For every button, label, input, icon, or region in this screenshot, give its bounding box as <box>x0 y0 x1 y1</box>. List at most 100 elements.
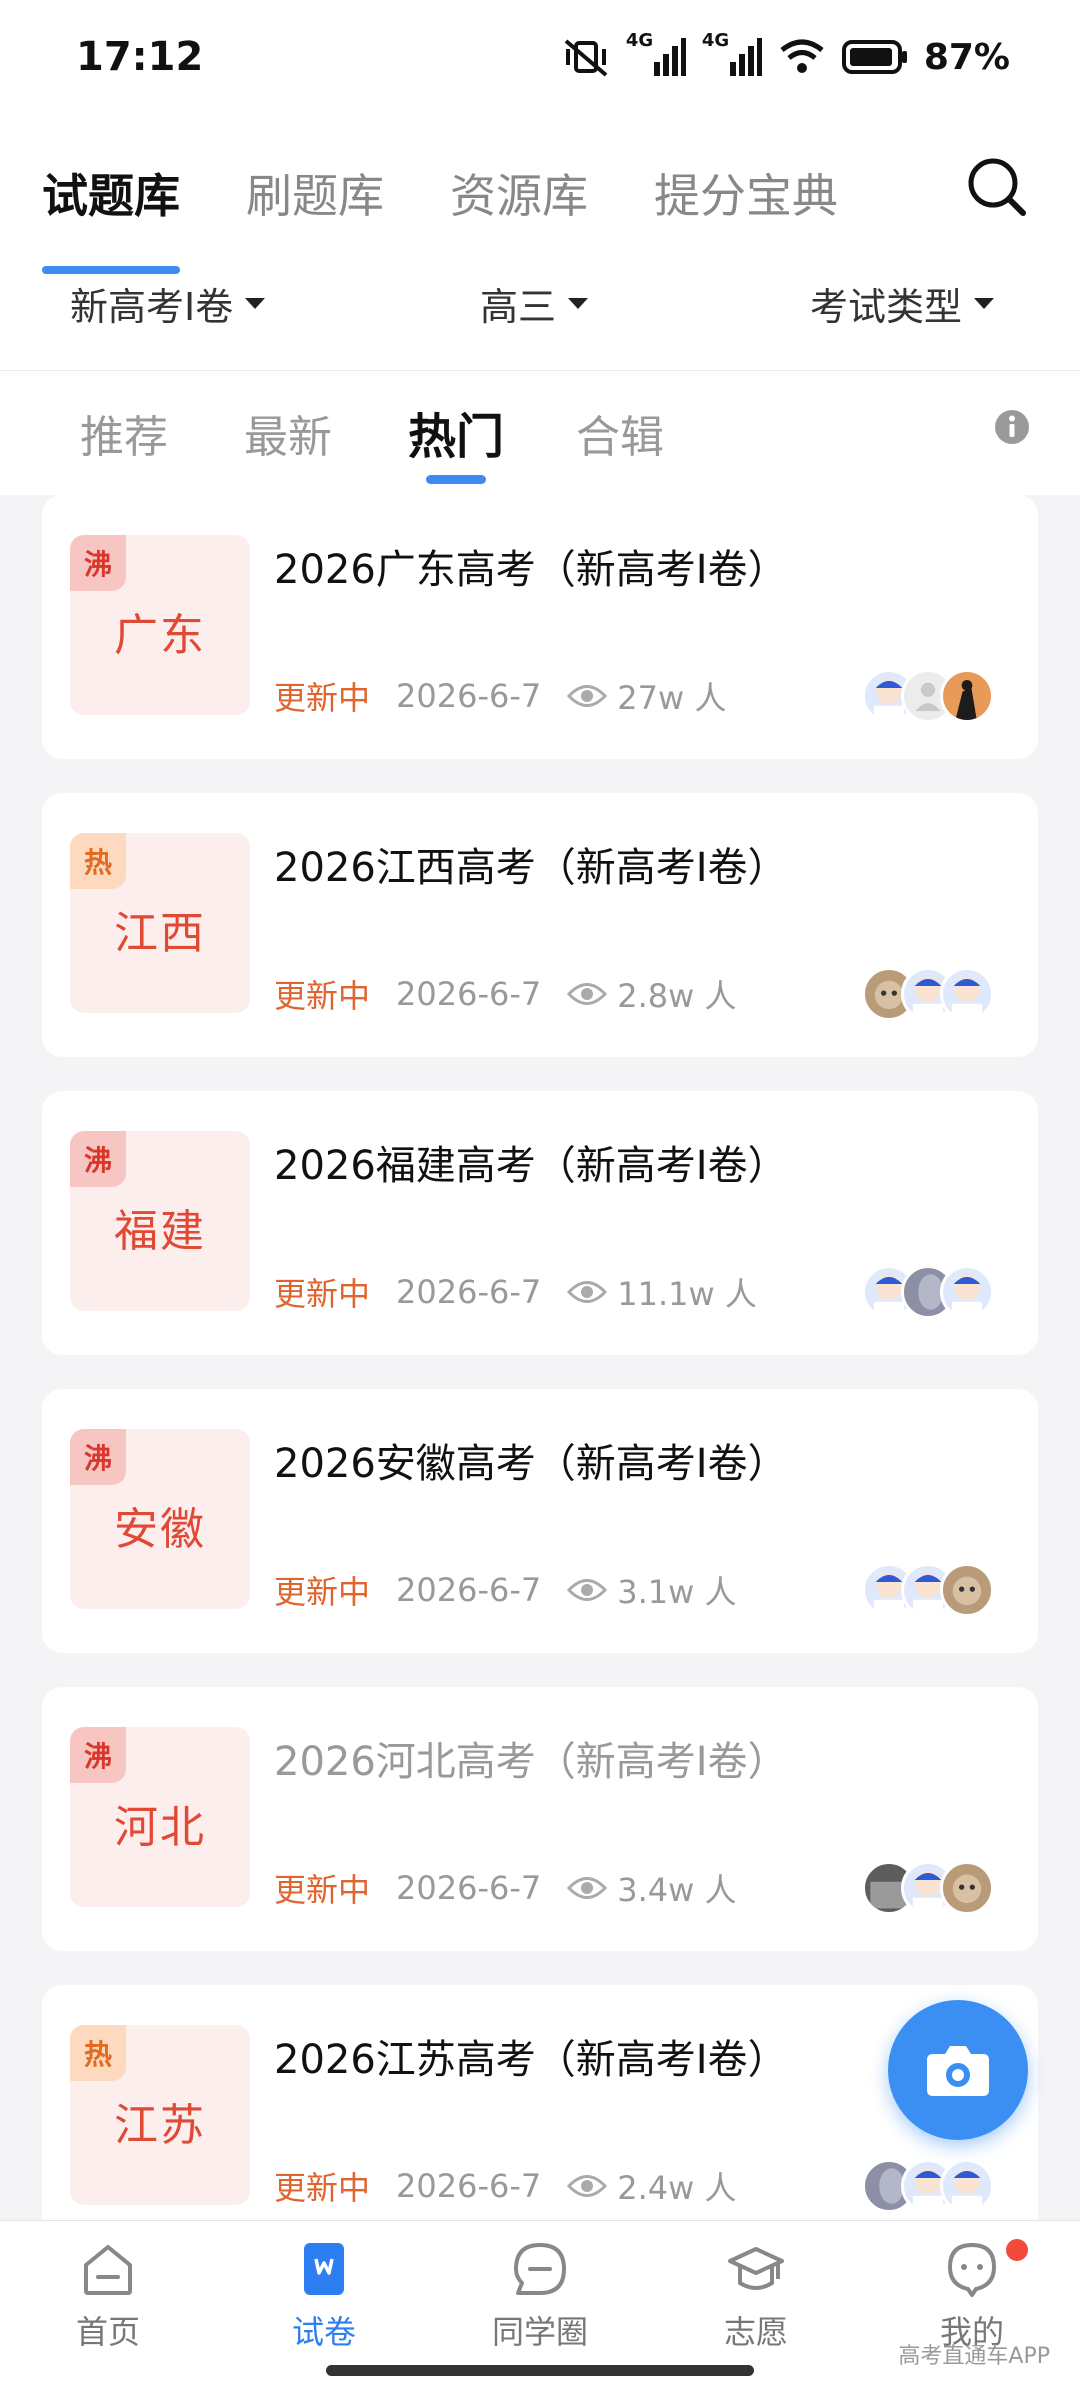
caret-down-icon <box>245 298 266 309</box>
signal-bars-icon <box>653 38 686 76</box>
signal-bars-icon <box>729 38 762 76</box>
grade-filter-label: 高三 <box>480 285 557 329</box>
exam-type-filter[interactable]: 考试类型 <box>810 276 995 331</box>
home-indicator[interactable] <box>326 2365 754 2376</box>
exam-card[interactable]: 沸 安徽 2026安徽高考（新高考Ⅰ卷） 更新中 2026-6-7 3.1w 人 <box>42 1389 1038 1653</box>
exam-title: 2026江苏高考（新高考Ⅰ卷） <box>274 2037 788 2083</box>
camera-icon <box>927 2046 989 2096</box>
avatar <box>940 1563 994 1617</box>
camera-button[interactable] <box>888 2000 1028 2140</box>
nav-home-label: 首页 <box>75 2313 140 2351</box>
tab-practice-bank[interactable]: 刷题库 <box>246 160 384 240</box>
status-time: 17:12 <box>76 34 204 80</box>
exam-meta: 更新中 2026-6-7 11.1w 人 <box>274 1269 757 1315</box>
province-label: 河北 <box>114 1802 206 1853</box>
exam-title: 2026福建高考（新高考Ⅰ卷） <box>274 1143 788 1189</box>
exam-meta: 更新中 2026-6-7 3.1w 人 <box>274 1567 737 1613</box>
exam-meta: 更新中 2026-6-7 2.8w 人 <box>274 971 737 1017</box>
exam-date: 2026-6-7 <box>396 677 542 715</box>
exam-title: 2026江西高考（新高考Ⅰ卷） <box>274 845 788 891</box>
update-status: 更新中 <box>274 1573 371 1611</box>
update-status: 更新中 <box>274 977 371 1015</box>
exam-title: 2026安徽高考（新高考Ⅰ卷） <box>274 1441 788 1487</box>
eye-icon <box>567 1579 608 1601</box>
search-button[interactable] <box>966 156 1028 218</box>
update-status: 更新中 <box>274 1871 371 1909</box>
eye-icon <box>567 2175 608 2197</box>
info-button[interactable] <box>994 409 1030 445</box>
view-count: 3.4w 人 <box>617 1871 737 1909</box>
eye-icon <box>567 1281 608 1303</box>
nav-mine[interactable]: 我的 <box>892 2239 1052 2353</box>
exam-card[interactable]: 热 江西 2026江西高考（新高考Ⅰ卷） 更新中 2026-6-7 2.8w 人 <box>42 793 1038 1057</box>
update-status: 更新中 <box>274 679 371 717</box>
nav-papers[interactable]: 试卷 <box>244 2239 404 2353</box>
caret-down-icon <box>974 298 995 309</box>
exam-date: 2026-6-7 <box>396 1869 542 1907</box>
nav-volunteer[interactable]: 志愿 <box>676 2239 836 2353</box>
avatar-stack <box>862 669 994 723</box>
province-label: 广东 <box>114 610 206 661</box>
province-badge: 沸 安徽 <box>70 1429 250 1609</box>
chat-bubble-icon <box>514 2243 566 2295</box>
tab-resource-bank[interactable]: 资源库 <box>450 160 588 240</box>
exam-card[interactable]: 沸 河北 2026河北高考（新高考Ⅰ卷） 更新中 2026-6-7 3.4w 人 <box>42 1687 1038 1951</box>
heat-tag: 沸 <box>70 535 126 591</box>
notification-dot <box>1006 2239 1028 2261</box>
caret-down-icon <box>568 298 589 309</box>
exam-date: 2026-6-7 <box>396 1571 542 1609</box>
graduation-cap-icon <box>728 2247 784 2290</box>
avatar <box>940 967 994 1021</box>
nav-classmates[interactable]: 同学圈 <box>460 2239 620 2353</box>
avatar <box>940 2159 994 2213</box>
eye-icon <box>567 1877 608 1899</box>
main-tabs: 试题库 刷题库 资源库 提分宝典 <box>42 160 904 274</box>
avatar-stack <box>862 1861 994 1915</box>
search-icon <box>968 158 1026 216</box>
avatar-stack <box>862 2159 994 2213</box>
view-count: 11.1w 人 <box>617 1275 757 1313</box>
battery-percent: 87% <box>923 36 1010 78</box>
tab-score-guide[interactable]: 提分宝典 <box>654 160 838 240</box>
battery-icon <box>841 40 907 74</box>
province-label: 江西 <box>114 908 206 959</box>
paper-filter[interactable]: 新高考Ⅰ卷 <box>70 276 266 331</box>
province-badge: 沸 广东 <box>70 535 250 715</box>
watermark: 高考直通车APP <box>898 2344 1050 2369</box>
exam-date: 2026-6-7 <box>396 975 542 1013</box>
exam-meta: 更新中 2026-6-7 3.4w 人 <box>274 1865 737 1911</box>
heat-tag: 热 <box>70 833 126 889</box>
exam-date: 2026-6-7 <box>396 2167 542 2205</box>
exam-card[interactable]: 热 江苏 2026江苏高考（新高考Ⅰ卷） 更新中 2026-6-7 2.4w 人 <box>42 1985 1038 2220</box>
heat-tag: 热 <box>70 2025 126 2081</box>
exam-date: 2026-6-7 <box>396 1273 542 1311</box>
eye-icon <box>567 685 608 707</box>
exam-card[interactable]: 沸 广东 2026广东高考（新高考Ⅰ卷） 更新中 2026-6-7 27w 人 <box>42 495 1038 759</box>
tab-question-bank[interactable]: 试题库 <box>42 160 180 274</box>
nav-home[interactable]: 首页 <box>28 2239 188 2353</box>
exam-card[interactable]: 沸 福建 2026福建高考（新高考Ⅰ卷） 更新中 2026-6-7 11.1w … <box>42 1091 1038 1355</box>
exam-title: 2026河北高考（新高考Ⅰ卷） <box>274 1739 788 1785</box>
province-badge: 热 江苏 <box>70 2025 250 2205</box>
avatar-stack <box>862 1563 994 1617</box>
subtab-recommended[interactable]: 推荐 <box>80 401 168 465</box>
filter-bar: 新高考Ⅰ卷 高三 考试类型 <box>0 276 1080 346</box>
subtab-latest[interactable]: 最新 <box>244 401 332 465</box>
view-count: 3.1w 人 <box>617 1573 737 1611</box>
grade-filter[interactable]: 高三 <box>480 276 589 331</box>
subtab-hot[interactable]: 热门 <box>408 397 504 484</box>
avatar <box>940 669 994 723</box>
info-icon <box>995 410 1029 444</box>
nav-papers-label: 试卷 <box>291 2313 356 2351</box>
province-badge: 沸 河北 <box>70 1727 250 1907</box>
exam-type-filter-label: 考试类型 <box>810 285 963 329</box>
province-badge: 沸 福建 <box>70 1131 250 1311</box>
avatar-stack <box>862 1265 994 1319</box>
province-label: 江苏 <box>114 2100 206 2151</box>
exam-list: 沸 广东 2026广东高考（新高考Ⅰ卷） 更新中 2026-6-7 27w 人 … <box>42 495 1038 2220</box>
subtab-collection[interactable]: 合辑 <box>576 401 664 465</box>
province-label: 福建 <box>114 1206 206 1257</box>
exam-meta: 更新中 2026-6-7 2.4w 人 <box>274 2163 737 2209</box>
heat-tag: 沸 <box>70 1131 126 1187</box>
signal-1: 4G <box>626 30 686 78</box>
